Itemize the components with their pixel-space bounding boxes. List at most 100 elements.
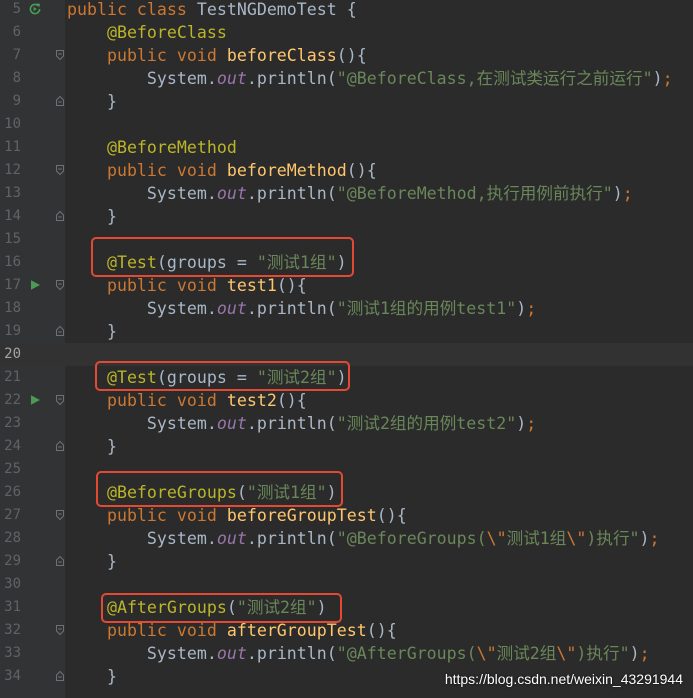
string-token[interactable]: )执行" (576, 644, 629, 663)
code-text[interactable]: } (67, 435, 693, 458)
code-token[interactable]: System. (67, 69, 217, 88)
code-line-30[interactable]: 30 (0, 573, 693, 596)
code-line-11[interactable]: 11 @BeforeMethod (0, 136, 693, 159)
method-name-token[interactable]: afterGroupTest (227, 621, 367, 640)
code-line-23[interactable]: 23 System.out.println("测试2组的用例test2"); (0, 412, 693, 435)
code-token[interactable]: System. (67, 414, 217, 433)
line-number[interactable]: 15 (0, 228, 21, 251)
code-line-19[interactable]: 19 } (0, 320, 693, 343)
string-token[interactable]: "@AfterGroups( (337, 644, 477, 663)
code-line-10[interactable]: 10 (0, 113, 693, 136)
code-line-12[interactable]: 12 public void beforeMethod(){ (0, 159, 693, 182)
line-number[interactable]: 20 (0, 343, 21, 366)
line-number[interactable]: 31 (0, 596, 21, 619)
code-line-13[interactable]: 13 System.out.println("@BeforeMethod,执行用… (0, 182, 693, 205)
run-test-icon[interactable] (28, 393, 42, 407)
line-number[interactable]: 23 (0, 412, 21, 435)
fold-start-icon[interactable] (55, 49, 65, 61)
fold-end-icon[interactable] (55, 95, 65, 107)
line-number[interactable]: 24 (0, 435, 21, 458)
code-text[interactable]: @BeforeMethod (67, 136, 693, 159)
code-token[interactable]: System. (67, 644, 217, 663)
code-line-29[interactable]: 29 } (0, 550, 693, 573)
fold-end-icon[interactable] (55, 670, 65, 682)
run-test-icon[interactable] (28, 278, 42, 292)
code-text[interactable]: } (67, 320, 693, 343)
code-token[interactable]: ) (640, 529, 650, 548)
line-number[interactable]: 11 (0, 136, 21, 159)
keyword-token[interactable]: public void (67, 276, 227, 295)
static-field-token[interactable]: out (217, 644, 247, 663)
string-token[interactable]: "@BeforeMethod,执行用例前执行" (337, 184, 613, 203)
string-token[interactable]: "测试2组的用例test2" (337, 414, 516, 433)
code-token[interactable]: } (67, 437, 117, 456)
keyword-token[interactable]: public class (67, 0, 187, 19)
line-number[interactable]: 32 (0, 619, 21, 642)
line-number[interactable]: 28 (0, 527, 21, 550)
annotation-token[interactable]: @BeforeMethod (67, 138, 237, 157)
keyword-token[interactable]: ; (526, 414, 536, 433)
line-number[interactable]: 8 (0, 67, 21, 90)
line-number[interactable]: 22 (0, 389, 21, 412)
line-number[interactable]: 33 (0, 642, 21, 665)
code-token[interactable]: System. (67, 184, 217, 203)
code-line-14[interactable]: 14 } (0, 205, 693, 228)
string-token[interactable]: 测试2组 (497, 644, 557, 663)
fold-start-icon[interactable] (55, 509, 65, 521)
escape-sequence-token[interactable]: \" (487, 529, 507, 548)
code-text[interactable]: System.out.println("测试2组的用例test2"); (67, 412, 693, 435)
code-line-5[interactable]: 5 public class TestNGDemoTest { (0, 0, 693, 21)
code-text[interactable]: public void test2(){ (67, 389, 693, 412)
code-line-7[interactable]: 7 public void beforeClass(){ (0, 44, 693, 67)
code-token[interactable]: } (67, 207, 117, 226)
keyword-token[interactable]: ; (650, 529, 660, 548)
line-number[interactable]: 9 (0, 90, 21, 113)
code-token[interactable]: } (67, 322, 117, 341)
string-token[interactable]: 测试1组 (507, 529, 567, 548)
keyword-token[interactable]: public void (67, 161, 227, 180)
code-text[interactable]: public void beforeMethod(){ (67, 159, 693, 182)
code-text[interactable]: System.out.println("测试1组的用例test1"); (67, 297, 693, 320)
fold-end-icon[interactable] (55, 210, 65, 222)
code-token[interactable]: } (67, 552, 117, 571)
static-field-token[interactable]: out (217, 184, 247, 203)
keyword-token[interactable]: ; (623, 184, 633, 203)
string-token[interactable]: )执行" (586, 529, 639, 548)
string-token[interactable]: "@BeforeClass,在测试类运行之前运行" (337, 69, 653, 88)
line-number[interactable]: 6 (0, 21, 21, 44)
keyword-token[interactable]: ; (640, 644, 650, 663)
code-text[interactable]: } (67, 550, 693, 573)
fold-start-icon[interactable] (55, 164, 65, 176)
code-token[interactable]: (){ (377, 506, 407, 525)
line-number[interactable]: 29 (0, 550, 21, 573)
code-token[interactable]: } (67, 92, 117, 111)
line-number[interactable]: 14 (0, 205, 21, 228)
code-line-22[interactable]: 22 public void test2(){ (0, 389, 693, 412)
code-text[interactable]: } (67, 205, 693, 228)
method-name-token[interactable]: beforeClass (227, 46, 337, 65)
code-token[interactable]: .println( (247, 414, 337, 433)
keyword-token[interactable]: public void (67, 506, 227, 525)
code-line-24[interactable]: 24 } (0, 435, 693, 458)
line-number[interactable]: 18 (0, 297, 21, 320)
code-line-8[interactable]: 8 System.out.println("@BeforeClass,在测试类运… (0, 67, 693, 90)
line-number[interactable]: 5 (0, 0, 21, 21)
method-name-token[interactable]: test2 (227, 391, 277, 410)
static-field-token[interactable]: out (217, 414, 247, 433)
keyword-token[interactable]: ; (663, 69, 673, 88)
escape-sequence-token[interactable]: \" (566, 529, 586, 548)
line-number[interactable]: 27 (0, 504, 21, 527)
method-name-token[interactable]: test1 (227, 276, 277, 295)
line-number[interactable]: 16 (0, 251, 21, 274)
line-number[interactable]: 34 (0, 665, 21, 688)
code-text[interactable]: System.out.println("@AfterGroups(\"测试2组\… (67, 642, 693, 665)
code-text[interactable]: public void beforeClass(){ (67, 44, 693, 67)
line-number[interactable]: 12 (0, 159, 21, 182)
static-field-token[interactable]: out (217, 69, 247, 88)
code-text[interactable]: System.out.println("@BeforeMethod,执行用例前执… (67, 182, 693, 205)
escape-sequence-token[interactable]: \" (477, 644, 497, 663)
code-text[interactable]: @BeforeClass (67, 21, 693, 44)
line-number[interactable]: 25 (0, 458, 21, 481)
code-token[interactable]: System. (67, 299, 217, 318)
code-editor[interactable]: 5 public class TestNGDemoTest {6 @BeforeC… (0, 0, 693, 688)
